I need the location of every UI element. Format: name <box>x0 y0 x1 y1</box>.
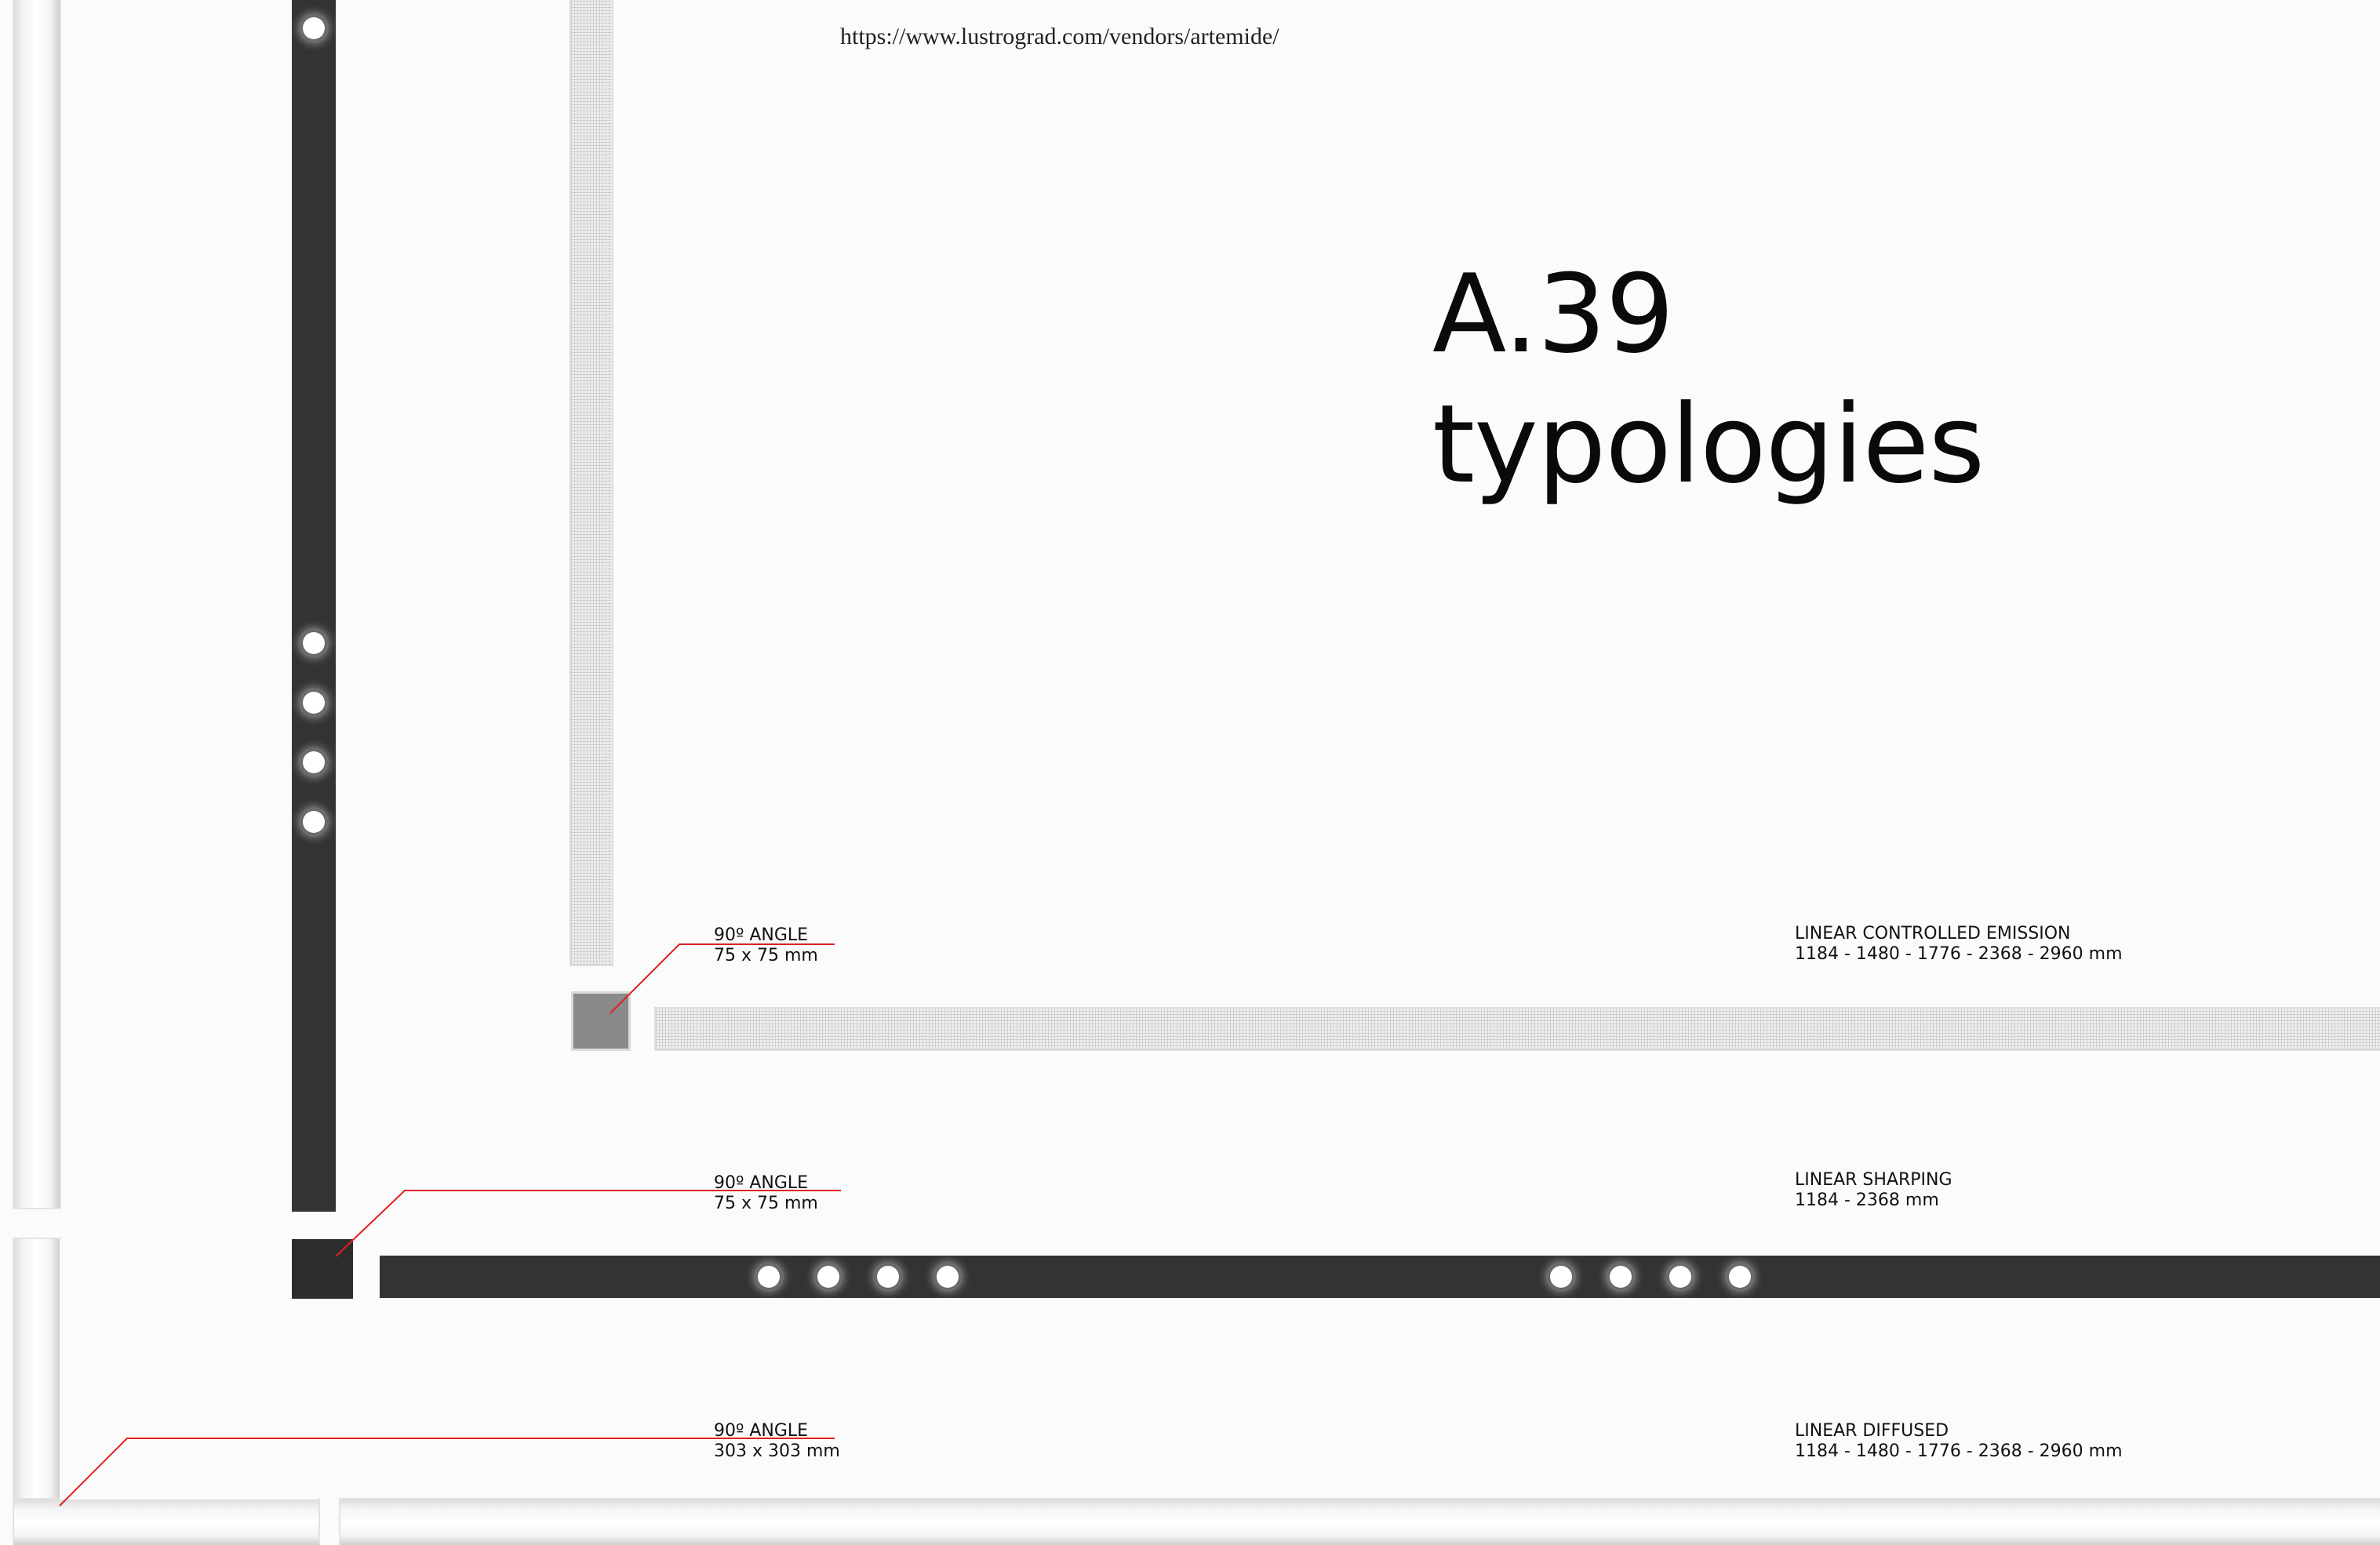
label-angle-diffused: 90º ANGLE 303 x 303 mm <box>714 1421 840 1462</box>
label-linear-controlled: LINEAR CONTROLLED EMISSION 1184 - 1480 -… <box>1795 924 2123 965</box>
label-linear-sharping-lengths: 1184 - 2368 mm <box>1795 1191 1939 1210</box>
label-angle-diffused-name: 90º ANGLE <box>714 1421 809 1441</box>
label-linear-sharping: LINEAR SHARPING 1184 - 2368 mm <box>1795 1170 1952 1211</box>
label-angle-dark-size: 75 x 75 mm <box>714 1194 818 1213</box>
label-angle-diffused-size: 303 x 303 mm <box>714 1441 840 1461</box>
label-linear-diffused-lengths: 1184 - 1480 - 1776 - 2368 - 2960 mm <box>1795 1441 2123 1461</box>
label-linear-sharping-name: LINEAR SHARPING <box>1795 1170 1952 1190</box>
label-angle-mesh-size: 75 x 75 mm <box>714 946 818 965</box>
label-angle-dark: 90º ANGLE 75 x 75 mm <box>714 1173 818 1214</box>
label-linear-controlled-lengths: 1184 - 1480 - 1776 - 2368 - 2960 mm <box>1795 944 2123 964</box>
label-angle-mesh-name: 90º ANGLE <box>714 925 809 945</box>
label-linear-diffused-name: LINEAR DIFFUSED <box>1795 1421 1949 1441</box>
leader-lines <box>59 943 841 1507</box>
label-linear-diffused: LINEAR DIFFUSED 1184 - 1480 - 1776 - 236… <box>1795 1421 2123 1462</box>
label-angle-mesh: 90º ANGLE 75 x 75 mm <box>714 925 818 966</box>
label-angle-dark-name: 90º ANGLE <box>714 1173 809 1193</box>
label-linear-controlled-name: LINEAR CONTROLLED EMISSION <box>1795 924 2071 943</box>
